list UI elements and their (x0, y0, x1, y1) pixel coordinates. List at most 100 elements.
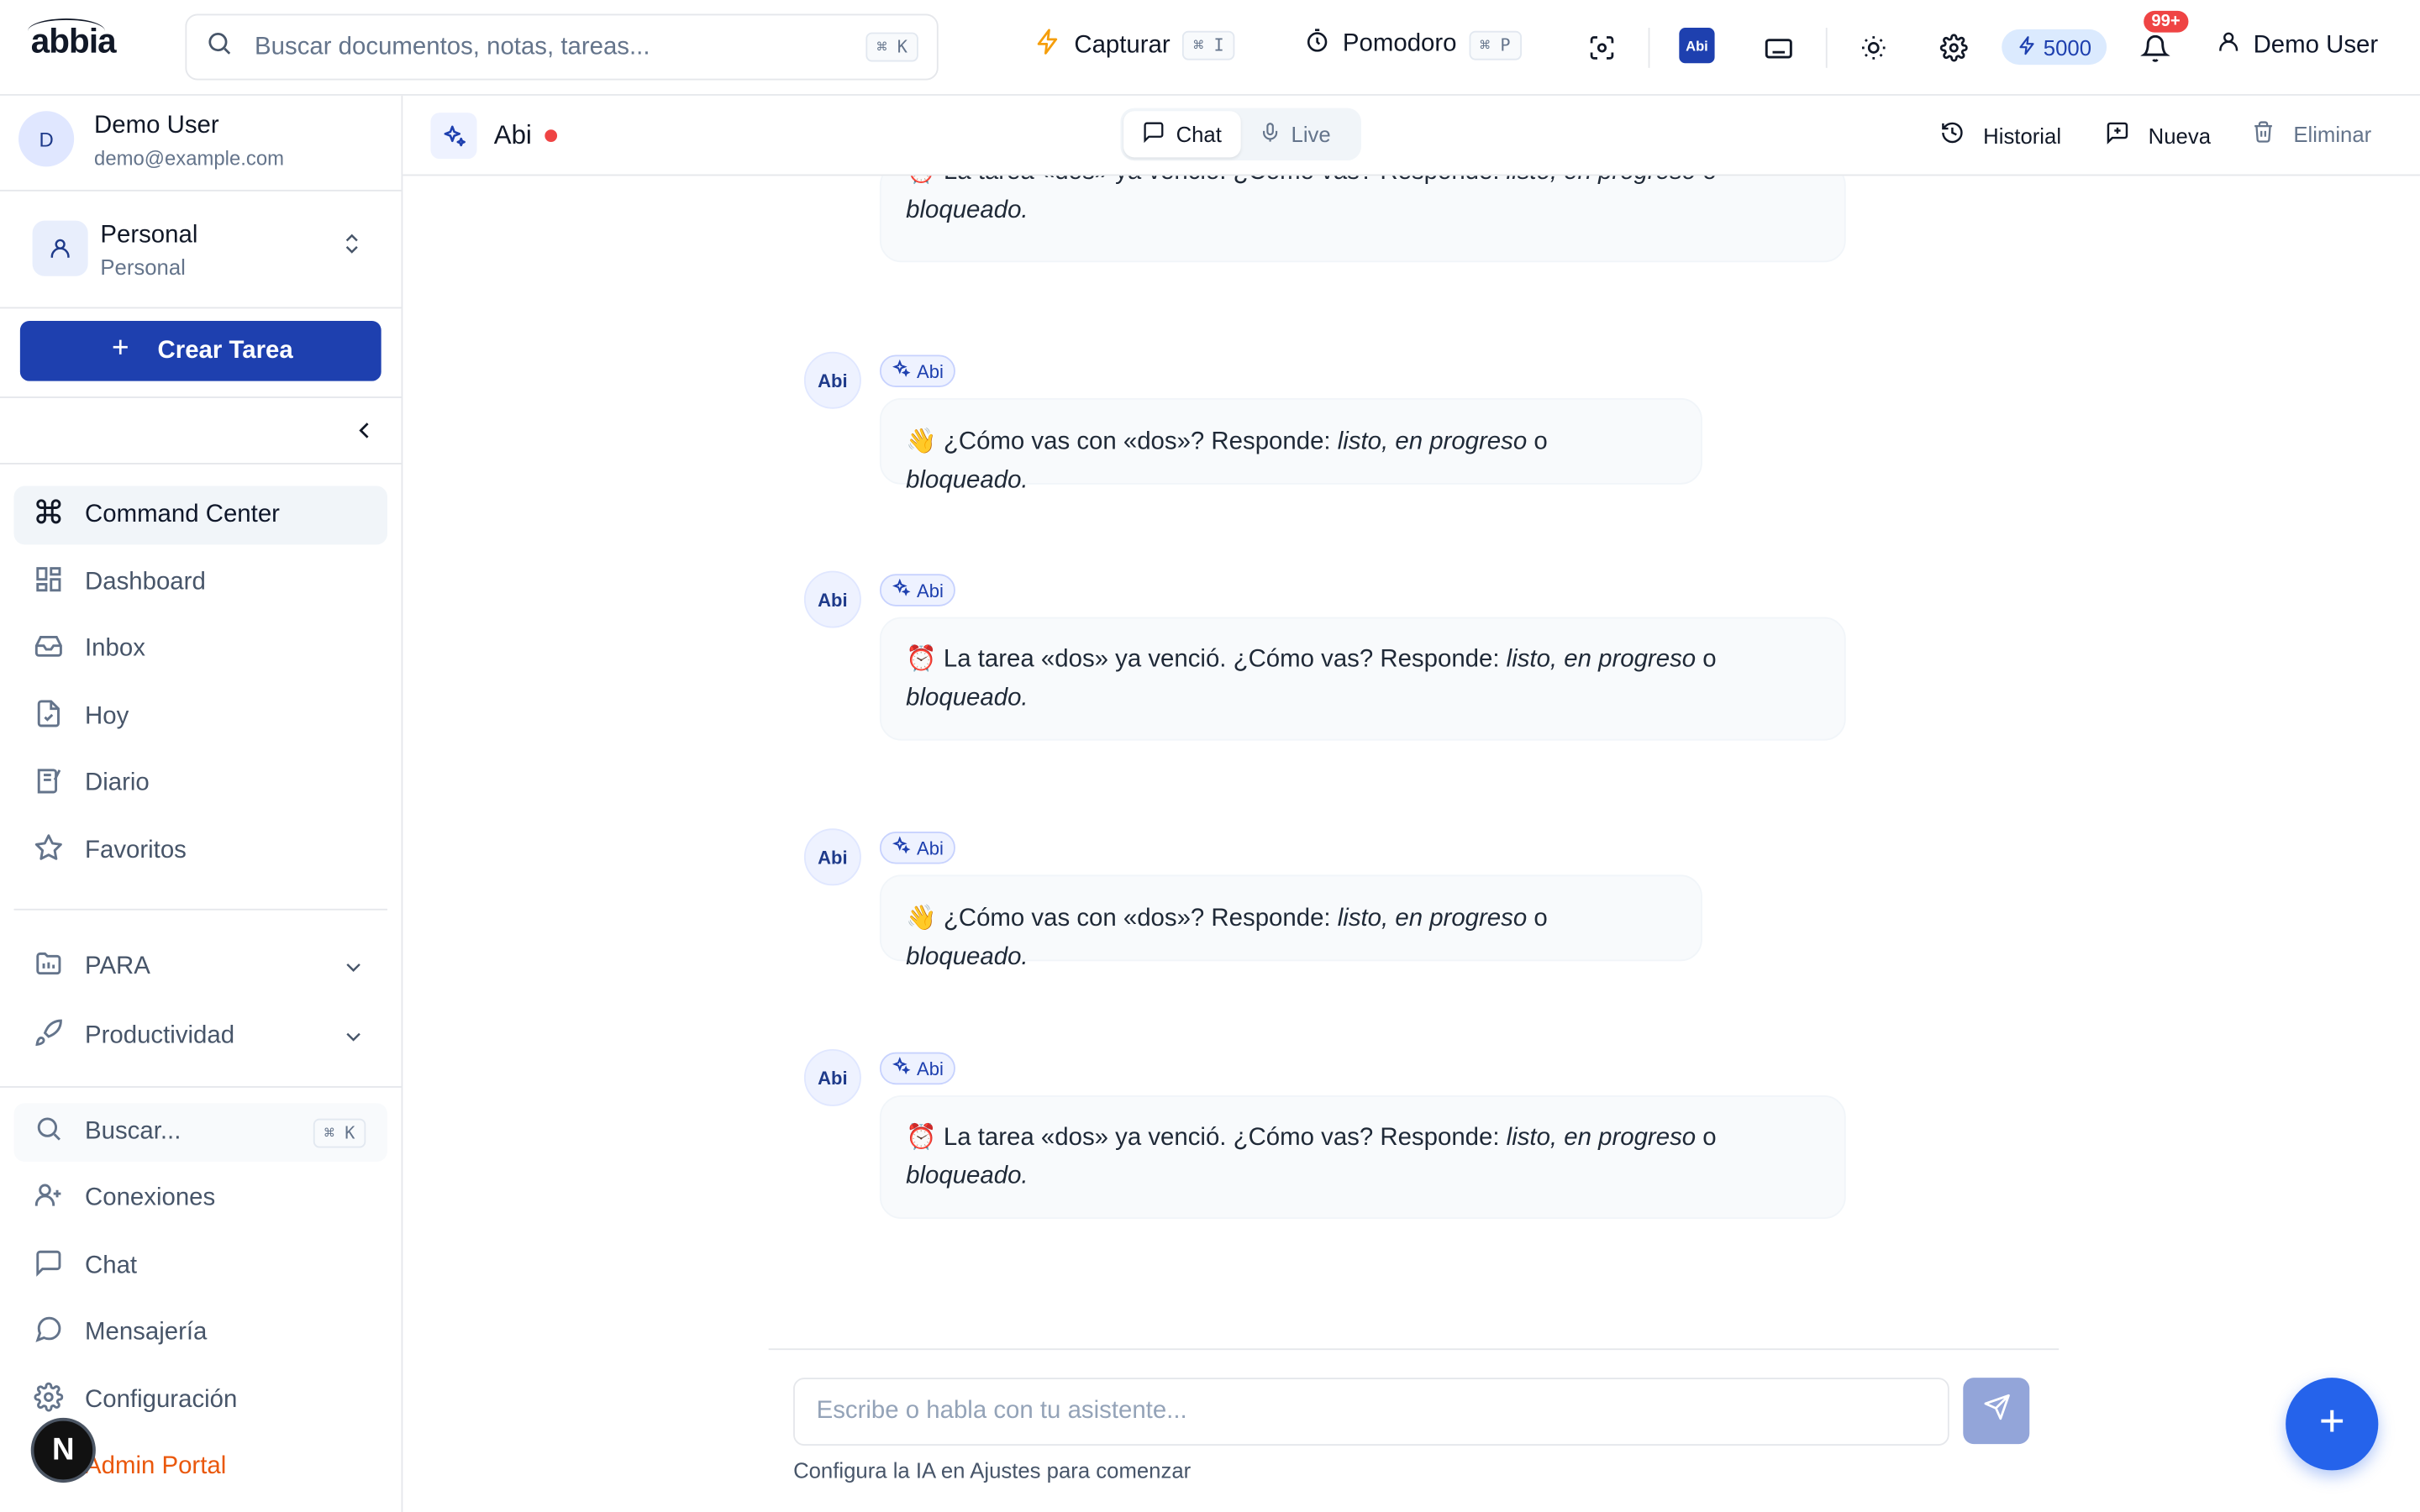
history-icon (1940, 120, 1965, 150)
gear-icon[interactable] (1935, 29, 1972, 66)
assistant-avatar: Abi (803, 570, 861, 628)
message-text-part: ¿Cómo vas con «dos»? Responde: (943, 428, 1338, 455)
workspace-switcher[interactable]: Personal Personal (0, 192, 402, 309)
folder-icon (34, 949, 63, 986)
tab-live[interactable]: Live (1240, 111, 1349, 157)
sparkles-icon (892, 836, 911, 859)
keyboard-icon[interactable] (1760, 29, 1797, 66)
new-chat-button[interactable]: Nueva (2105, 120, 2211, 150)
floating-add-button[interactable] (2286, 1378, 2379, 1471)
message-bubble: 👋 ¿Cómo vas con «dos»? Responde: listo, … (879, 874, 1702, 970)
dashboard-icon (34, 564, 63, 601)
timer-icon (1304, 28, 1330, 61)
sidebar-item-command-center[interactable]: Command Center (13, 486, 388, 545)
chevron-left-icon[interactable] (350, 417, 378, 452)
credits-badge[interactable]: 5000 (2002, 29, 2107, 66)
alarm-clock-icon: ⏰ (906, 646, 937, 673)
capture-button[interactable]: Capturar ⌘ I (1034, 28, 1235, 63)
user-plus-icon (34, 1180, 63, 1217)
message-plus-icon (2105, 120, 2129, 150)
pomodoro-button[interactable]: Pomodoro ⌘ P (1304, 28, 1522, 61)
screen-capture-icon[interactable] (1583, 29, 1620, 66)
tab-chat[interactable]: Chat (1123, 111, 1240, 158)
person-icon (32, 220, 88, 276)
sidebar-item-favoritos[interactable]: Favoritos (14, 822, 387, 881)
chevron-down-icon (341, 1025, 366, 1058)
sidebar-item-dashboard[interactable]: Dashboard (14, 554, 387, 612)
global-search[interactable]: Buscar documentos, notas, tareas... ⌘ K (185, 13, 939, 81)
trash-icon (2252, 120, 2275, 148)
user-menu[interactable]: Demo User (2217, 29, 2378, 62)
composer-hint: Configura la IA en Ajustes para comenzar (793, 1457, 1192, 1483)
assistant-tag: Abi (879, 574, 956, 606)
sidebar-item-inbox[interactable]: Inbox (14, 620, 387, 679)
sidebar-group-productividad[interactable]: Productividad (14, 1007, 387, 1066)
delete-chat-label: Eliminar (2293, 122, 2372, 147)
sidebar-item-label: Admin Portal (85, 1453, 227, 1480)
sidebar-item-conexiones[interactable]: Conexiones (14, 1169, 387, 1228)
chat-header: Abi Chat Live Historial Nueva Eliminar (402, 95, 2420, 176)
create-task-button[interactable]: Crear Tarea (19, 321, 381, 381)
sidebar-item-mensajeria[interactable]: Mensajería (14, 1304, 387, 1362)
sun-icon[interactable] (1855, 29, 1892, 66)
history-button[interactable]: Historial (1940, 120, 2061, 150)
history-label: Historial (1983, 123, 2062, 148)
message-input[interactable]: Escribe o habla con tu asistente... (793, 1378, 1949, 1446)
sidebar-divider (13, 908, 388, 911)
message-text-part: bloqueado. (906, 685, 1028, 711)
sparkles-icon (892, 1057, 911, 1080)
sidebar-item-buscar[interactable]: Buscar... ⌘ K (13, 1103, 388, 1163)
message-text-part: bloqueado. (906, 1163, 1028, 1190)
sidebar-user-name: Demo User (94, 113, 219, 139)
rocket-icon (34, 1018, 63, 1055)
message-circle-icon (34, 1315, 63, 1352)
message-text-part: listo, en progreso (1506, 646, 1697, 673)
app-logo[interactable]: abbia (31, 22, 117, 62)
gear-icon (34, 1382, 64, 1420)
star-icon (34, 833, 63, 870)
delete-chat-button[interactable]: Eliminar (2252, 120, 2371, 148)
sidebar-user-email: demo@example.com (94, 146, 285, 171)
message-text-part: La tarea «dos» ya venció. ¿Cómo vas? Res… (943, 646, 1507, 673)
waving-hand-icon: 👋 (906, 428, 937, 455)
tab-label: Chat (1176, 122, 1222, 147)
pomodoro-label: Pomodoro (1342, 30, 1457, 57)
message-text-part: o (1696, 176, 1716, 185)
sidebar-item-chat[interactable]: Chat (14, 1237, 387, 1296)
abi-assistant-button[interactable]: Abi (1679, 28, 1715, 64)
sidebar-user-card[interactable]: D Demo User demo@example.com (0, 96, 402, 192)
mode-toggle: Chat Live (1120, 108, 1361, 161)
bell-icon[interactable] (2136, 29, 2173, 66)
sidebar-item-label: Chat (85, 1252, 138, 1279)
sidebar-item-diario[interactable]: Diario (14, 754, 387, 813)
assistant-tag: Abi (879, 354, 956, 388)
sparkles-icon (892, 578, 911, 602)
sparkles-icon (430, 113, 477, 160)
alarm-clock-icon: ⏰ (906, 1124, 937, 1152)
sidebar-item-label: Configuración (85, 1387, 238, 1414)
sidebar-group-para[interactable]: PARA (14, 938, 387, 997)
chat-icon (1142, 120, 1165, 148)
devtools-badge[interactable]: N (30, 1417, 96, 1483)
sidebar-item-label: Buscar... (85, 1118, 182, 1145)
message-bubble: ⏰ La tarea «dos» ya venció. ¿Cómo vas? R… (879, 617, 1846, 741)
sidebar-item-label: Conexiones (85, 1184, 216, 1211)
message-list: ⏰ La tarea «dos» ya venció. ¿Cómo vas? R… (402, 176, 2420, 1348)
send-button[interactable] (1963, 1378, 2030, 1445)
today-icon (34, 699, 63, 736)
user-icon (2217, 29, 2241, 62)
create-task-label: Crear Tarea (157, 337, 293, 364)
app-root: abbia Buscar documentos, notas, tareas..… (0, 0, 2420, 1512)
waving-hand-icon: 👋 (906, 906, 937, 932)
message-text-part: listo, en progreso (1506, 1124, 1697, 1152)
search-icon (34, 1114, 63, 1151)
message-input-placeholder: Escribe o habla con tu asistente... (816, 1398, 1187, 1425)
message-text-part: listo, en progreso (1337, 428, 1528, 455)
plus-icon (2313, 1402, 2350, 1446)
sidebar-item-hoy[interactable]: Hoy (14, 688, 387, 747)
chat-icon (34, 1248, 63, 1285)
alarm-clock-icon: ⏰ (906, 176, 937, 185)
notification-badge: 99+ (2144, 10, 2188, 33)
assistant-tag-label: Abi (916, 1058, 944, 1079)
message-text-part: La tarea «dos» ya venció. ¿Cómo vas? Res… (944, 176, 1507, 185)
